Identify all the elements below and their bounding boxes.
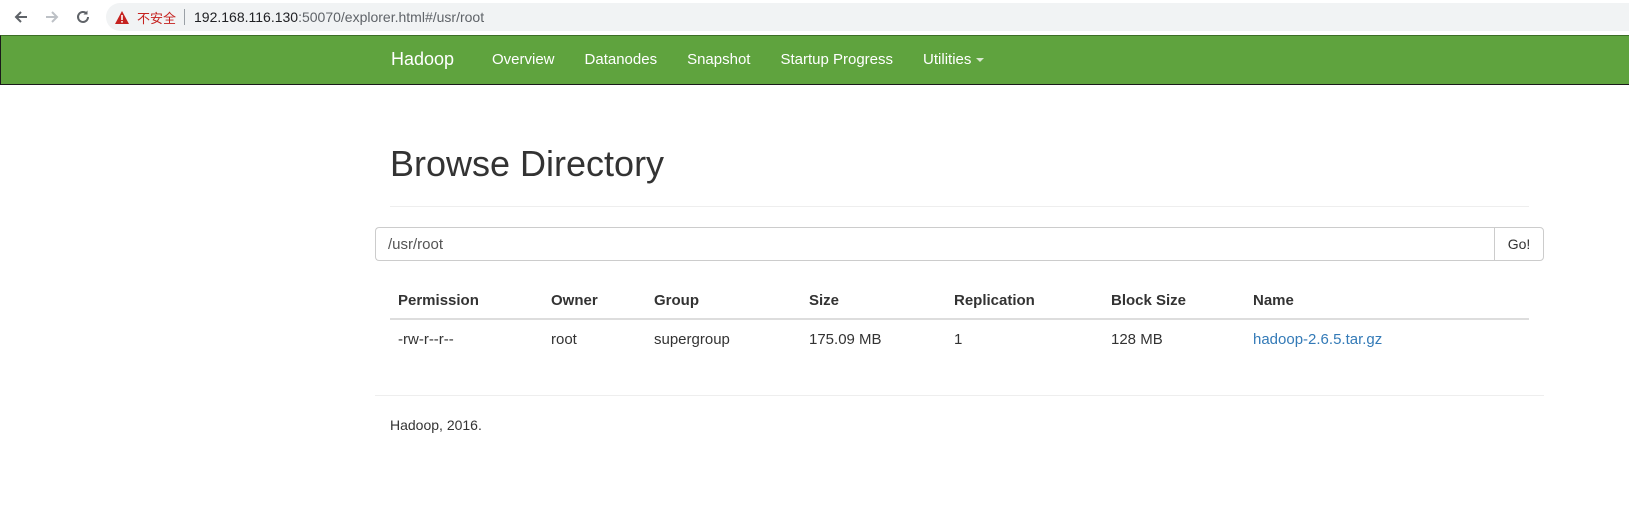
caret-down-icon xyxy=(976,58,985,63)
address-divider xyxy=(184,9,186,25)
reload-icon xyxy=(77,10,89,23)
file-link[interactable]: hadoop-2.6.5.tar.gz xyxy=(1253,331,1382,348)
header-replication[interactable]: Replication xyxy=(946,282,1103,320)
cell-block-size: 128 MB xyxy=(1111,330,1163,348)
arrow-left-icon xyxy=(14,11,27,23)
header-group[interactable]: Group xyxy=(646,282,801,320)
footer-text: Hadoop, 2016. xyxy=(390,417,482,433)
cell-size: 175.09 MB xyxy=(809,330,882,348)
go-button[interactable]: Go! xyxy=(1494,227,1544,261)
warning-triangle-icon xyxy=(114,8,132,26)
back-button[interactable] xyxy=(10,6,32,28)
directory-form: Go! xyxy=(375,227,1544,261)
browser-toolbar: 不安全 192.168.116.130:50070/explorer.html#… xyxy=(0,0,1629,34)
top-navbar: Hadoop Overview Datanodes Snapshot Start… xyxy=(0,35,1629,85)
url-path: :50070/explorer.html#/usr/root xyxy=(298,9,485,25)
nav-utilities-dropdown[interactable]: Utilities xyxy=(908,36,999,84)
directory-table: Permission Owner Group Size Replication … xyxy=(390,282,1529,358)
forward-button[interactable] xyxy=(41,6,63,28)
footer-divider xyxy=(375,395,1544,396)
directory-path-input[interactable] xyxy=(375,227,1494,261)
nav-datanodes[interactable]: Datanodes xyxy=(570,36,673,84)
reload-button[interactable] xyxy=(72,6,94,28)
header-size[interactable]: Size xyxy=(801,282,946,320)
header-owner[interactable]: Owner xyxy=(543,282,646,320)
nav-snapshot[interactable]: Snapshot xyxy=(672,36,765,84)
cell-replication: 1 xyxy=(954,330,963,348)
brand-link[interactable]: Hadoop xyxy=(391,49,454,70)
nav-startup-progress[interactable]: Startup Progress xyxy=(765,36,908,84)
url-text[interactable]: 192.168.116.130:50070/explorer.html#/usr… xyxy=(194,9,484,25)
nav-links: Overview Datanodes Snapshot Startup Prog… xyxy=(477,36,999,84)
header-block-size[interactable]: Block Size xyxy=(1103,282,1245,320)
header-permission[interactable]: Permission xyxy=(390,282,543,320)
cell-permission: -rw-r--r-- xyxy=(398,330,454,348)
cell-group: supergroup xyxy=(654,330,730,348)
arrow-right-icon xyxy=(46,11,59,23)
page-header: Browse Directory xyxy=(390,140,1529,207)
cell-owner: root xyxy=(551,330,577,348)
table-header-row: Permission Owner Group Size Replication … xyxy=(390,282,1529,320)
nav-overview[interactable]: Overview xyxy=(477,36,570,84)
url-host: 192.168.116.130 xyxy=(194,9,299,25)
page-title: Browse Directory xyxy=(390,143,665,184)
security-status-label[interactable]: 不安全 xyxy=(137,8,176,27)
nav-utilities-label: Utilities xyxy=(923,51,972,68)
header-name[interactable]: Name xyxy=(1245,282,1529,320)
table-row: -rw-r--r-- root supergroup 175.09 MB 1 1… xyxy=(390,319,1529,358)
address-bar[interactable]: 不安全 192.168.116.130:50070/explorer.html#… xyxy=(106,3,1629,31)
cell-name: hadoop-2.6.5.tar.gz xyxy=(1245,319,1529,358)
